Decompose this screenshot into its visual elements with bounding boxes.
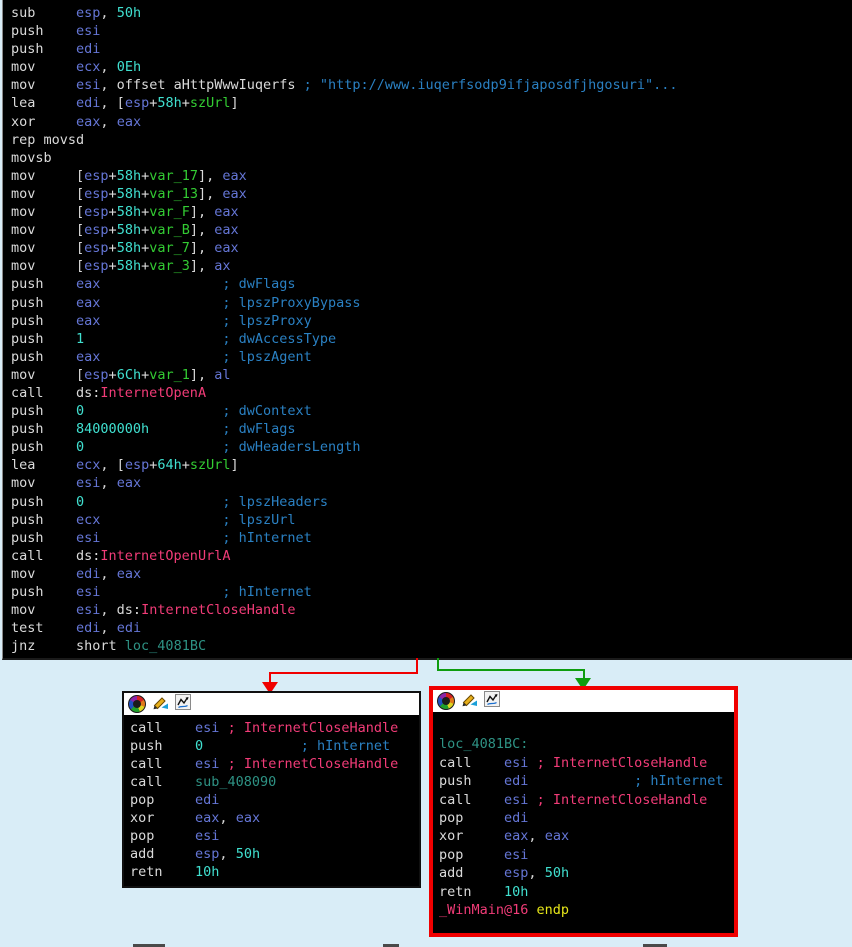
code-line[interactable]: sub esp, 50h bbox=[11, 4, 852, 22]
edge-true-branch-h bbox=[437, 669, 585, 671]
code-line[interactable]: mov [esp+58h+var_7], eax bbox=[11, 239, 852, 257]
node-color-icon[interactable] bbox=[437, 692, 455, 710]
code-line[interactable]: pop esi bbox=[439, 846, 734, 864]
basic-block-fallthrough[interactable]: call esi ; InternetCloseHandlepush 0 ; h… bbox=[122, 691, 421, 888]
code-line[interactable]: retn 10h bbox=[130, 863, 419, 881]
code-line[interactable] bbox=[439, 717, 734, 735]
code-line[interactable]: pop esi bbox=[130, 827, 419, 845]
basic-block-main[interactable]: sub esp, 50hpush esipush edimov ecx, 0Eh… bbox=[2, 0, 852, 660]
code-line[interactable]: lea edi, [esp+58h+szUrl] bbox=[11, 94, 852, 112]
code-line[interactable]: call esi ; InternetCloseHandle bbox=[439, 754, 734, 772]
code-line[interactable]: retn 10h bbox=[439, 883, 734, 901]
code-line[interactable]: mov [esp+58h+var_13], eax bbox=[11, 185, 852, 203]
code-line[interactable]: push 0 ; lpszHeaders bbox=[11, 493, 852, 511]
node-color-icon[interactable] bbox=[128, 695, 146, 713]
disassembly-code-main: sub esp, 50hpush esipush edimov ecx, 0Eh… bbox=[3, 0, 852, 655]
code-line[interactable]: push 0 ; dwContext bbox=[11, 402, 852, 420]
code-line[interactable]: mov [esp+58h+var_F], eax bbox=[11, 203, 852, 221]
code-line[interactable]: add esp, 50h bbox=[439, 864, 734, 882]
code-line[interactable]: loc_4081BC: bbox=[439, 735, 734, 753]
code-line[interactable]: push eax ; lpszProxyBypass bbox=[11, 294, 852, 312]
code-line[interactable]: _WinMain@16 endp bbox=[439, 901, 734, 919]
code-line[interactable]: call ds:InternetOpenA bbox=[11, 384, 852, 402]
code-line[interactable]: mov esi, eax bbox=[11, 474, 852, 492]
code-line[interactable]: call sub_408090 bbox=[130, 773, 419, 791]
node-titlebar[interactable] bbox=[124, 693, 419, 716]
code-line[interactable]: mov edi, eax bbox=[11, 565, 852, 583]
code-line[interactable]: mov esi, ds:InternetCloseHandle bbox=[11, 601, 852, 619]
code-line[interactable]: push 1 ; dwAccessType bbox=[11, 330, 852, 348]
code-line[interactable]: call esi ; InternetCloseHandle bbox=[439, 791, 734, 809]
code-line[interactable]: movsb bbox=[11, 149, 852, 167]
code-line[interactable]: xor eax, eax bbox=[130, 809, 419, 827]
code-line[interactable]: test edi, edi bbox=[11, 619, 852, 637]
code-line[interactable]: push eax ; lpszAgent bbox=[11, 348, 852, 366]
code-line[interactable]: push ecx ; lpszUrl bbox=[11, 511, 852, 529]
code-line[interactable]: mov ecx, 0Eh bbox=[11, 58, 852, 76]
code-line[interactable]: mov [esp+58h+var_B], eax bbox=[11, 221, 852, 239]
group-node-icon[interactable] bbox=[484, 691, 500, 711]
code-line[interactable]: push 84000000h ; dwFlags bbox=[11, 420, 852, 438]
disassembly-code-loc-4081BC: loc_4081BC:call esi ; InternetCloseHandl… bbox=[433, 713, 734, 933]
edit-node-icon[interactable] bbox=[461, 691, 478, 711]
group-node-icon[interactable] bbox=[175, 694, 191, 714]
code-line[interactable]: call esi ; InternetCloseHandle bbox=[130, 719, 419, 737]
code-line[interactable]: add esp, 50h bbox=[130, 845, 419, 863]
code-line[interactable]: pop edi bbox=[130, 791, 419, 809]
node-titlebar[interactable] bbox=[433, 690, 734, 713]
edit-node-icon[interactable] bbox=[152, 694, 169, 714]
code-line[interactable]: push edi bbox=[11, 40, 852, 58]
disassembly-code-fallthrough: call esi ; InternetCloseHandlepush 0 ; h… bbox=[124, 716, 419, 886]
code-line[interactable]: mov [esp+6Ch+var_1], al bbox=[11, 366, 852, 384]
code-line[interactable]: call ds:InternetOpenUrlA bbox=[11, 547, 852, 565]
code-line[interactable]: call esi ; InternetCloseHandle bbox=[130, 755, 419, 773]
code-line[interactable]: xor eax, eax bbox=[11, 113, 852, 131]
code-line[interactable]: mov [esp+58h+var_3], ax bbox=[11, 257, 852, 275]
graph-view-canvas[interactable]: sub esp, 50hpush esipush edimov ecx, 0Eh… bbox=[0, 0, 852, 947]
code-line[interactable]: xor eax, eax bbox=[439, 827, 734, 845]
code-line[interactable]: push eax ; lpszProxy bbox=[11, 312, 852, 330]
edge-false-branch-h bbox=[269, 672, 418, 674]
code-line[interactable]: lea ecx, [esp+64h+szUrl] bbox=[11, 456, 852, 474]
code-line[interactable]: mov esi, offset aHttpWwwIuqerfs ; "http:… bbox=[11, 76, 852, 94]
basic-block-loc-4081BC-selected[interactable]: loc_4081BC:call esi ; InternetCloseHandl… bbox=[429, 686, 738, 937]
code-line[interactable]: push edi ; hInternet bbox=[439, 772, 734, 790]
code-line[interactable]: push esi ; hInternet bbox=[11, 529, 852, 547]
code-line[interactable]: mov [esp+58h+var_17], eax bbox=[11, 167, 852, 185]
code-line[interactable]: rep movsd bbox=[11, 131, 852, 149]
code-line[interactable]: push esi bbox=[11, 22, 852, 40]
code-line[interactable]: push esi ; hInternet bbox=[11, 583, 852, 601]
code-line[interactable]: jnz short loc_4081BC bbox=[11, 637, 852, 655]
code-line[interactable]: push 0 ; dwHeadersLength bbox=[11, 438, 852, 456]
code-line[interactable]: pop edi bbox=[439, 809, 734, 827]
code-line[interactable]: push eax ; dwFlags bbox=[11, 275, 852, 293]
code-line[interactable]: push 0 ; hInternet bbox=[130, 737, 419, 755]
